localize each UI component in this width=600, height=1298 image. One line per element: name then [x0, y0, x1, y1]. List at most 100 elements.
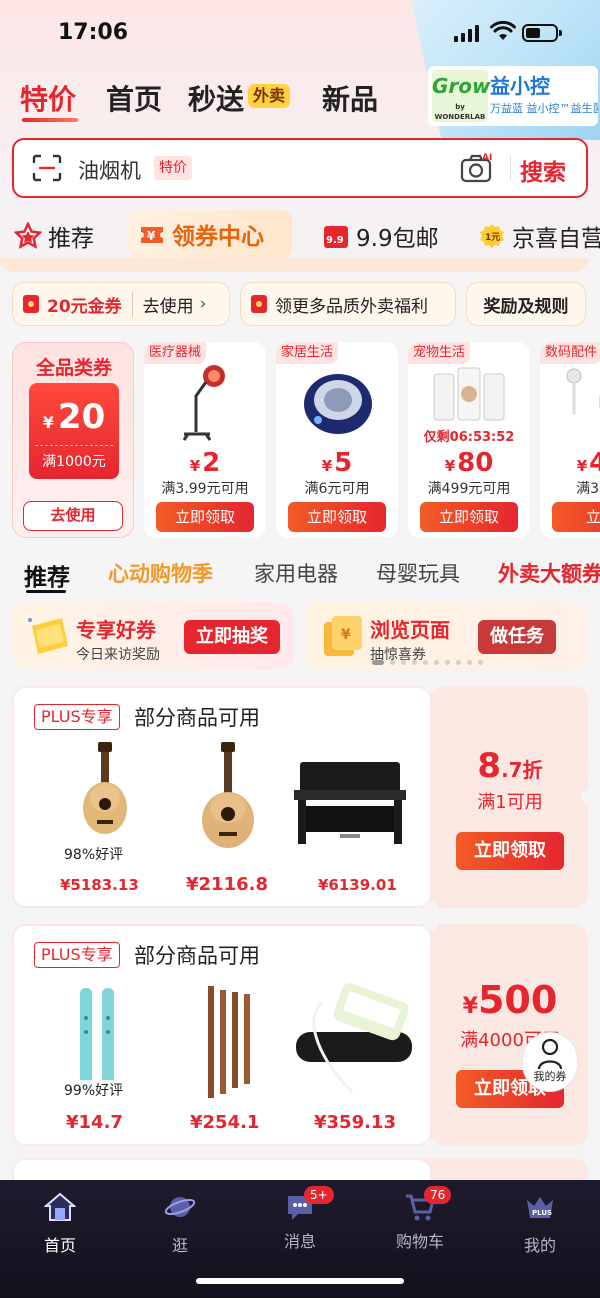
claim-button[interactable]: 立即: [552, 502, 600, 532]
feed-tab-recommend[interactable]: 推荐: [24, 558, 70, 592]
shaver-image: [304, 374, 372, 434]
ticket-icon: [28, 618, 68, 654]
gold-coupon-amount: 20元金券: [47, 296, 122, 317]
camera-icon[interactable]: AI: [460, 152, 494, 184]
product-coupon-card[interactable]: 宠物生活 仅剩06:53:52 ¥80 满499元可用 立即领取: [408, 342, 530, 538]
feed-tab-shopping-season[interactable]: 心动购物季: [108, 558, 213, 588]
nav-cart[interactable]: 76 购物车: [360, 1186, 480, 1252]
category-label: 领券中心: [172, 224, 264, 250]
svg-text:AI: AI: [482, 153, 492, 163]
my-coupons-label: 我的券: [533, 1070, 567, 1083]
earphones-image: [566, 368, 600, 414]
search-bar[interactable]: 油烟机 特价 AI 搜索: [12, 138, 588, 198]
product-coupon-card[interactable]: 医疗器械 ¥2 满3.99元可用 立即领取: [144, 342, 266, 538]
use-coupon-link[interactable]: 去使用: [131, 291, 194, 317]
promo-lottery[interactable]: 专享好券 今日来访奖励 立即抽奖: [12, 602, 294, 670]
coupon-icon: ¥: [141, 227, 163, 243]
nav-label: 首页: [43, 1236, 76, 1255]
category-label: 9.9包邮: [356, 226, 439, 252]
coupon-category-tag: 医疗器械: [144, 342, 207, 364]
tab-new[interactable]: 新品: [322, 78, 378, 118]
coupon-price: ¥80: [444, 448, 494, 478]
feed-tab-waimai[interactable]: 外卖大额券: [498, 558, 600, 588]
product-price: ¥5183.13: [60, 876, 139, 894]
guitar-image[interactable]: [70, 742, 140, 842]
nav-messages[interactable]: 5+ 消息: [240, 1186, 360, 1252]
feed-tab-appliances[interactable]: 家用电器: [254, 558, 338, 588]
big-coupon-ticket: ¥20 满1000元: [29, 383, 119, 479]
discount-value: ¥500: [462, 978, 558, 1022]
nav-label: 消息: [283, 1232, 316, 1251]
coupon-price: ¥5: [321, 448, 353, 478]
home-indicator: [196, 1278, 404, 1284]
scan-icon[interactable]: [32, 154, 62, 182]
svg-text:PLUS: PLUS: [532, 1209, 552, 1217]
cart-icon: 76: [404, 1186, 452, 1222]
lottery-button[interactable]: 立即抽奖: [184, 620, 280, 654]
card-notch: [424, 1139, 438, 1153]
category-coupon-center[interactable]: ¥ 领券中心: [128, 210, 292, 258]
tab-home[interactable]: 首页: [106, 78, 162, 118]
plus-coupon-products: PLUS专享 部分商品可用 99%好评 ¥14.7 ¥254.1 ¥359.13: [14, 926, 430, 1144]
big-coupon-condition: 满1000元: [42, 454, 106, 470]
card-notch: [424, 679, 438, 693]
coupon-condition: 满6元可用: [304, 481, 370, 497]
rules-label: 奖励及规则: [483, 296, 569, 317]
coupon-condition: 满3000: [576, 481, 600, 497]
user-icon: [537, 1038, 563, 1070]
my-coupons-float[interactable]: 我的券: [522, 1032, 578, 1092]
feed-tab-baby-toys[interactable]: 母婴玩具: [376, 558, 460, 588]
recorder-image[interactable]: [74, 982, 124, 1092]
task-button[interactable]: 做任务: [478, 620, 556, 654]
card-notch: [424, 901, 438, 915]
search-button[interactable]: 搜索: [520, 153, 566, 187]
coupon-category-tag: 宠物生活: [408, 342, 471, 364]
piano-image[interactable]: [290, 760, 410, 850]
svg-text:¥: ¥: [147, 229, 156, 243]
tab-tejia[interactable]: 特价: [20, 78, 76, 118]
claim-button[interactable]: 立即领取: [156, 502, 254, 532]
category-jingxi[interactable]: 1元 京喜自营: [478, 218, 600, 254]
claim-button[interactable]: 立即领取: [288, 502, 386, 532]
product-rating: 99%好评: [64, 1080, 124, 1100]
waimai-benefit-label: 领更多品质外卖福利: [275, 296, 428, 317]
claim-button[interactable]: 立即领取: [420, 502, 518, 532]
big-coupon-value: ¥20: [42, 397, 106, 437]
coupon-condition: 满499元可用: [427, 481, 511, 497]
tab-miaosong[interactable]: 秒送: [188, 78, 244, 118]
waimai-badge: 外卖: [248, 84, 291, 108]
coupon-category-tag: 家居生活: [276, 342, 339, 364]
melodica-image[interactable]: [292, 982, 416, 1102]
category-recommend[interactable]: 推荐: [14, 218, 94, 254]
nav-mine[interactable]: PLUS 我的: [480, 1188, 600, 1256]
waimai-benefit-pill[interactable]: 领更多品质外卖福利: [240, 282, 456, 326]
product-coupon-card[interactable]: 数码配件 ¥40 满3000 立即: [540, 342, 600, 538]
red-packet-icon: [23, 295, 39, 313]
nav-browse[interactable]: 逛: [120, 1188, 240, 1256]
category-9-9[interactable]: 9.9 9.9包邮: [322, 218, 439, 254]
svg-text:1元: 1元: [485, 232, 500, 243]
bamboo-flute-image[interactable]: [202, 982, 262, 1102]
plus-badge: PLUS专享: [34, 942, 120, 968]
coupon-category-tag: 数码配件: [540, 342, 600, 364]
home-icon: [43, 1192, 77, 1221]
rules-pill[interactable]: 奖励及规则: [466, 282, 586, 326]
ad-banner[interactable]: Grow by WONDERLAB 益小控 万益蓝 益小控™益生菌: [428, 66, 598, 126]
search-input[interactable]: 油烟机: [78, 155, 141, 185]
guitar-image[interactable]: [190, 742, 266, 852]
promo-title: 浏览页面: [370, 618, 450, 642]
coupon-condition: 满3.99元可用: [161, 481, 249, 497]
nav-label: 购物车: [395, 1232, 444, 1251]
nav-home[interactable]: 首页: [0, 1188, 120, 1256]
svg-text:¥: ¥: [341, 627, 351, 643]
chevron-right-icon: ›: [199, 294, 207, 314]
claim-discount-button[interactable]: 立即领取: [456, 832, 564, 870]
product-coupon-card[interactable]: 家居生活 ¥5 满6元可用 立即领取: [276, 342, 398, 538]
plus-coupon-card[interactable]: PLUS专享 部分商品可用 99%好评 ¥14.7 ¥254.1 ¥359.13…: [12, 917, 588, 1153]
feed-tab-indicator: [26, 590, 66, 593]
yuan-badge-icon: 1元: [480, 224, 504, 248]
big-coupon-card[interactable]: 全品类券 ¥20 满1000元 去使用: [12, 342, 134, 538]
gold-coupon-pill[interactable]: 20元金券 去使用 ›: [12, 282, 230, 326]
big-coupon-use-button[interactable]: 去使用: [23, 501, 123, 531]
plus-coupon-card[interactable]: PLUS专享 部分商品可用 98%好评 ¥5183.13 ¥2116.8 ¥61…: [12, 679, 595, 915]
